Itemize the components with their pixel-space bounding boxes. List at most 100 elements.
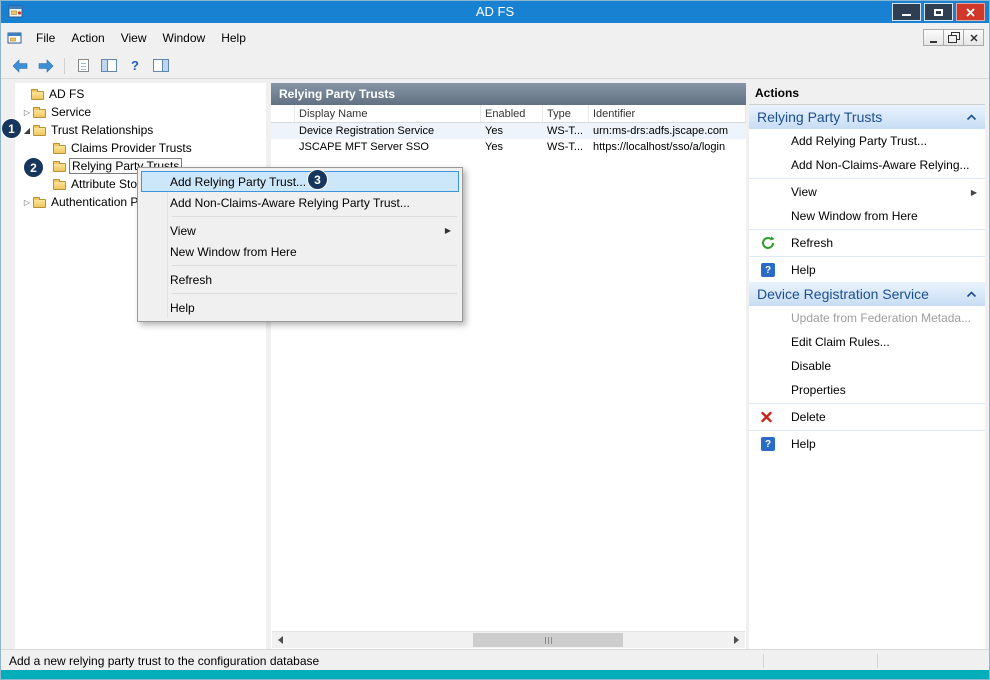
results-pane-title: Relying Party Trusts	[271, 83, 746, 105]
action-edit-claim-rules[interactable]: Edit Claim Rules...	[749, 330, 985, 354]
submenu-arrow-icon: ▶	[971, 188, 977, 197]
status-text: Add a new relying party trust to the con…	[9, 654, 319, 668]
chevron-collapsed-icon[interactable]: ▷	[21, 198, 33, 207]
column-header-enabled[interactable]: Enabled	[481, 105, 543, 122]
column-header-display-name[interactable]: Display Name	[295, 105, 481, 122]
section-header-relying-party-trusts[interactable]: Relying Party Trusts	[749, 105, 985, 129]
column-header-type[interactable]: Type	[543, 105, 589, 122]
folder-icon	[31, 91, 44, 100]
maximize-icon	[934, 9, 943, 16]
titlebar[interactable]: AD FS	[1, 1, 989, 23]
mdi-close-button[interactable]	[963, 29, 984, 46]
tree-item-label: Claims Provider Trusts	[71, 141, 192, 155]
table-row[interactable]: JSCAPE MFT Server SSO Yes WS-T... https:…	[271, 139, 746, 155]
menu-item-view[interactable]: View	[113, 28, 155, 48]
tree-item-adfs[interactable]: AD FS	[15, 85, 266, 103]
tree-item-service[interactable]: ▷ Service	[15, 103, 266, 121]
refresh-icon	[761, 236, 775, 250]
action-pane-icon	[153, 59, 169, 72]
table-row[interactable]: Device Registration Service Yes WS-T... …	[271, 123, 746, 139]
menu-item-action[interactable]: Action	[63, 28, 112, 48]
mdi-close-icon	[970, 34, 978, 42]
scroll-right-icon	[734, 636, 739, 644]
forward-icon	[38, 59, 54, 73]
action-label: New Window from Here	[791, 209, 918, 223]
horizontal-scrollbar[interactable]	[272, 631, 745, 648]
action-separator	[749, 430, 985, 431]
callout-badge-2: 2	[23, 157, 44, 178]
action-separator	[749, 229, 985, 230]
status-bar: Add a new relying party trust to the con…	[1, 649, 989, 672]
column-header-icon	[271, 105, 295, 122]
tree-item-label: Trust Relationships	[51, 123, 153, 137]
menubar: File Action View Window Help	[1, 23, 989, 53]
action-help[interactable]: ? Help	[749, 258, 985, 282]
action-label: Delete	[791, 410, 826, 424]
action-label: Help	[791, 263, 816, 277]
menu-item-label: View	[170, 224, 196, 238]
action-refresh[interactable]: Refresh	[749, 231, 985, 255]
action-add-non-claims-aware[interactable]: Add Non-Claims-Aware Relying...	[749, 153, 985, 177]
tree-item-trust-relationships[interactable]: ◢ Trust Relationships	[15, 121, 266, 139]
close-icon	[966, 8, 975, 17]
tree-item-label: Service	[51, 105, 91, 119]
desktop-edge-strip	[1, 670, 989, 679]
action-separator	[749, 403, 985, 404]
action-label: Refresh	[791, 236, 833, 250]
context-menu-item-add-non-claims-aware[interactable]: Add Non-Claims-Aware Relying Party Trust…	[141, 192, 459, 213]
action-disable[interactable]: Disable	[749, 354, 985, 378]
back-button[interactable]	[9, 55, 31, 77]
maximize-button[interactable]	[924, 3, 953, 21]
minimize-button[interactable]	[892, 3, 921, 21]
help-toolbar-button[interactable]: ?	[124, 55, 146, 77]
folder-icon	[33, 109, 46, 118]
cell-identifier: urn:ms-drs:adfs.jscape.com	[589, 125, 746, 137]
context-menu-item-refresh[interactable]: Refresh	[141, 269, 459, 290]
toolbar-separator	[64, 58, 65, 74]
chevron-expanded-icon[interactable]: ◢	[21, 126, 33, 135]
context-menu-item-view[interactable]: View ▶	[141, 220, 459, 241]
caption-buttons	[892, 3, 985, 21]
forward-button[interactable]	[35, 55, 57, 77]
section-header-label: Relying Party Trusts	[757, 109, 882, 125]
menu-separator	[172, 265, 457, 266]
menu-item-label: Help	[170, 301, 195, 315]
mdi-restore-button[interactable]	[943, 29, 964, 46]
scroll-left-button[interactable]	[272, 632, 289, 648]
export-list-button[interactable]	[72, 55, 94, 77]
callout-badge-3: 3	[307, 169, 328, 190]
action-properties[interactable]: Properties	[749, 378, 985, 402]
cell-enabled: Yes	[481, 125, 543, 137]
mdi-minimize-button[interactable]	[923, 29, 944, 46]
context-menu-item-add-relying-party-trust[interactable]: Add Relying Party Trust...	[141, 171, 459, 192]
cell-display-name: JSCAPE MFT Server SSO	[295, 141, 481, 153]
console-tree-toggle-button[interactable]	[98, 55, 120, 77]
folder-icon	[53, 145, 66, 154]
chevron-collapsed-icon[interactable]: ▷	[21, 108, 33, 117]
help-icon: ?	[761, 437, 775, 451]
section-header-device-registration-service[interactable]: Device Registration Service	[749, 282, 985, 306]
action-view[interactable]: View ▶	[749, 180, 985, 204]
menu-item-window[interactable]: Window	[155, 28, 214, 48]
context-menu-item-help[interactable]: Help	[141, 297, 459, 318]
menu-item-file[interactable]: File	[28, 28, 63, 48]
column-header-identifier[interactable]: Identifier	[589, 105, 746, 122]
menu-item-help[interactable]: Help	[213, 28, 254, 48]
tree-item-label: AD FS	[49, 87, 84, 101]
section-header-label: Device Registration Service	[757, 286, 929, 302]
action-new-window-from-here[interactable]: New Window from Here	[749, 204, 985, 228]
action-help-2[interactable]: ? Help	[749, 432, 985, 456]
back-icon	[12, 59, 28, 73]
tree-item-claims-provider-trusts[interactable]: Claims Provider Trusts	[15, 139, 266, 157]
close-button[interactable]	[956, 3, 985, 21]
scrollbar-track[interactable]	[289, 632, 728, 648]
action-pane-toggle-button[interactable]	[150, 55, 172, 77]
toolbar: ?	[1, 53, 989, 79]
scrollbar-thumb[interactable]	[473, 633, 623, 647]
collapse-chevron-icon	[966, 114, 977, 121]
action-add-relying-party-trust[interactable]: Add Relying Party Trust...	[749, 129, 985, 153]
scroll-right-button[interactable]	[728, 632, 745, 648]
context-menu-item-new-window-from-here[interactable]: New Window from Here	[141, 241, 459, 262]
action-delete[interactable]: Delete	[749, 405, 985, 429]
callout-badge-1: 1	[1, 118, 22, 139]
